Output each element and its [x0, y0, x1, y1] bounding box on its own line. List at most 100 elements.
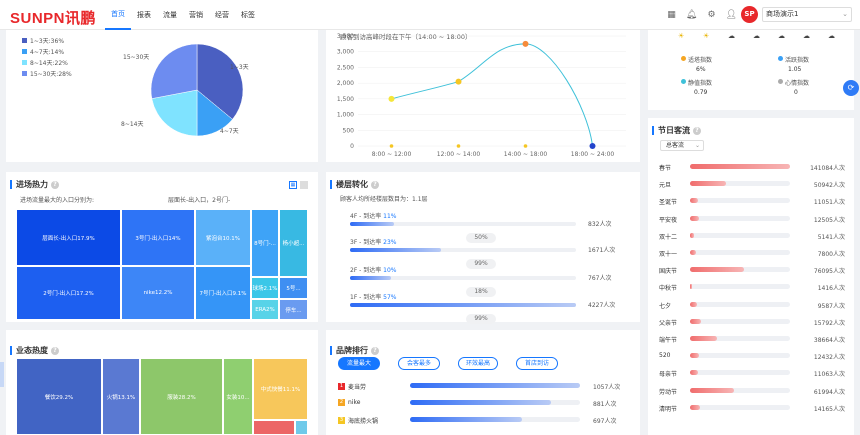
- store-select[interactable]: 商场演示1 ⌄: [762, 7, 852, 22]
- data-point[interactable]: [589, 143, 596, 149]
- nav-home[interactable]: 首页: [105, 0, 131, 30]
- treemap-cell[interactable]: 紫泡台10.1%: [195, 209, 251, 266]
- treemap-cell[interactable]: 5号...: [279, 277, 308, 299]
- holiday-bar-fill: [690, 267, 744, 273]
- help-icon[interactable]: ?: [51, 347, 59, 355]
- floor-title: 楼层转化?: [330, 179, 379, 190]
- treemap-cell-label: 7号门-出入口9.1%: [199, 291, 247, 297]
- nav-tags[interactable]: 标签: [235, 0, 261, 30]
- holiday-name: 圣诞节: [659, 199, 678, 207]
- data-point[interactable]: [388, 95, 395, 102]
- brand-row[interactable]: 1 麦当劳: [338, 382, 366, 391]
- tab-most-members[interactable]: 会客最多: [398, 357, 440, 370]
- nav-reports[interactable]: 报表: [131, 0, 157, 30]
- holiday-bar-fill: [690, 284, 692, 290]
- treemap-cell-label: 球场2.1%: [252, 286, 278, 292]
- holiday-bar-fill: [690, 250, 696, 255]
- treemap-cell[interactable]: 停车...: [279, 299, 308, 320]
- treemap-cell-label: 女装10...: [226, 394, 250, 401]
- logo[interactable]: SUNPN讯鹏: [10, 7, 96, 28]
- bell-icon[interactable]: 🔔︎: [686, 9, 697, 20]
- treemap-cell[interactable]: 餐饮29.2%: [16, 358, 102, 435]
- holiday-value: 5141人次: [817, 233, 845, 241]
- holiday-bar-track: [690, 404, 790, 410]
- index-dot-icon: [778, 56, 783, 61]
- treemap-cell[interactable]: 8号门-...: [251, 209, 279, 277]
- nav-operations[interactable]: 经营: [209, 0, 235, 30]
- nav-marketing[interactable]: 营销: [183, 0, 209, 30]
- tab-first-visit[interactable]: 首店到访: [516, 357, 558, 370]
- holiday-bar-fill: [690, 387, 734, 393]
- holiday-name: 双十二: [659, 233, 678, 241]
- floor-label: 3F - 到达率 23%: [350, 237, 397, 246]
- holiday-name: 双十一: [659, 251, 678, 258]
- y-tick-label: 1,500: [337, 96, 354, 103]
- floor-count: 832人次: [588, 221, 612, 228]
- tab-most-traffic[interactable]: 流量最大: [338, 357, 380, 370]
- treemap-cell[interactable]: [253, 420, 295, 435]
- treemap-cell[interactable]: 火锅13.1%: [102, 358, 140, 435]
- chart-view-icon[interactable]: [300, 181, 308, 189]
- holiday-value: 15792人次: [813, 319, 845, 327]
- treemap-cell[interactable]: 服装28.2%: [140, 358, 223, 435]
- floor-rate: 10%: [383, 267, 397, 274]
- holiday-bar-fill: [690, 164, 790, 169]
- cloud-icon: ☁: [728, 32, 735, 40]
- help-icon[interactable]: ?: [51, 181, 59, 189]
- treemap-cell[interactable]: 3号门-出入口14%: [121, 209, 195, 266]
- holiday-bar-fill: [690, 181, 726, 187]
- treemap-cell[interactable]: 2号门-出入口17.2%: [16, 266, 121, 320]
- holiday-name: 劳动节: [659, 388, 678, 396]
- help-icon[interactable]: ?: [371, 181, 379, 189]
- floor-rate: 11%: [383, 213, 397, 220]
- stay-days-card: 1~3天:36% 4~7天:14% 8~14天:22% 15~30天:28% 1…: [6, 30, 318, 162]
- tab-best-efficiency[interactable]: 环效最高: [458, 357, 498, 370]
- treemap-cell[interactable]: ERA2%: [251, 299, 279, 320]
- holiday-bar-fill: [690, 198, 698, 204]
- treemap-cell-label: 餐饮29.2%: [44, 394, 74, 401]
- holiday-value: 11051人次: [813, 199, 845, 207]
- brand-row[interactable]: 3 海底捞火锅: [338, 416, 378, 425]
- gear-icon[interactable]: ⚙: [706, 9, 717, 20]
- data-point[interactable]: [522, 40, 529, 47]
- holiday-bar-track: [690, 181, 790, 187]
- help-icon[interactable]: ?: [371, 347, 379, 355]
- nav-traffic[interactable]: 流量: [157, 0, 183, 30]
- brand-row[interactable]: 2 nike: [338, 399, 360, 406]
- treemap-cell[interactable]: 杨小超...: [279, 209, 308, 277]
- pie-slice[interactable]: [150, 43, 198, 99]
- user-icon[interactable]: 👤︎: [726, 9, 737, 20]
- holiday-bar-track: [690, 232, 790, 238]
- holiday-bar-track: [690, 267, 790, 273]
- treemap-cell[interactable]: 球场2.1%: [251, 277, 279, 299]
- floor-conversion-badge: 50%: [466, 233, 496, 243]
- y-tick-label: 2,500: [337, 64, 354, 71]
- help-icon[interactable]: ?: [693, 127, 701, 135]
- treemap-cell[interactable]: 层面长-出入口17.9%: [16, 209, 121, 266]
- float-helper-button[interactable]: ⟳: [843, 80, 859, 96]
- floor-label: 1F - 到达率 57%: [350, 292, 397, 301]
- floor-bar-fill: [350, 248, 442, 252]
- floor-conversion-badge: 18%: [466, 287, 496, 297]
- index-dot-icon: [681, 56, 686, 61]
- cloud-icon: ☁: [778, 32, 785, 40]
- treemap-cell[interactable]: 女装10...: [223, 358, 253, 435]
- treemap-cell[interactable]: 7号门-出入口9.1%: [195, 266, 251, 320]
- brand-bar-track: [410, 417, 580, 422]
- holiday-bar-track: [690, 301, 790, 307]
- table-view-icon[interactable]: ▦: [289, 181, 297, 189]
- treemap-cell[interactable]: [295, 420, 308, 435]
- treemap-cell[interactable]: nike12.2%: [121, 266, 195, 320]
- holiday-value: 11063人次: [813, 371, 845, 379]
- floor-label-text: 4F - 到达率: [350, 213, 384, 220]
- floor-label-text: 1F - 到达率: [350, 294, 384, 301]
- data-point[interactable]: [455, 78, 462, 85]
- floor-bar-fill: [350, 222, 394, 226]
- grid-icon[interactable]: ▦: [666, 9, 677, 20]
- treemap-cell[interactable]: 中式快餐11.1%: [253, 358, 308, 420]
- holiday-value: 61994人次: [813, 388, 845, 396]
- holiday-name: 平安夜: [659, 216, 678, 224]
- holiday-select[interactable]: 总客流 ⌄: [660, 140, 704, 151]
- avatar[interactable]: SP: [741, 6, 758, 23]
- sidebar-collapse-tab[interactable]: [0, 362, 4, 387]
